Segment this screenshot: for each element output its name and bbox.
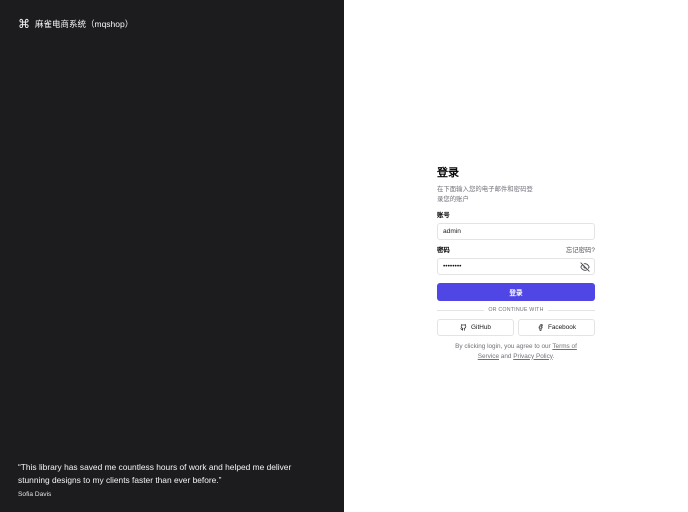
testimonial-author: Sofia Davis [18,491,52,498]
terms-and: and [499,352,514,360]
password-field[interactable] [437,258,595,275]
brand-panel: ⌘ 麻雀电商系统（mqshop） “This library has saved… [0,0,344,512]
login-button[interactable]: 登录 [437,283,595,301]
command-icon: ⌘ [18,17,30,31]
login-form: 登录 在下面输入您的电子邮件和密码登录您的账户 账号 密码 忘记密码? 登录 O… [437,164,596,361]
password-input[interactable] [443,263,589,270]
account-input[interactable] [443,228,589,235]
social-login: GitHub Facebook [437,319,595,336]
divider-line [547,309,596,311]
terms-text: By clicking login, you agree to our Term… [437,342,595,361]
account-label: 账号 [437,212,450,219]
facebook-label: Facebook [547,324,577,331]
github-button[interactable]: GitHub [437,319,514,336]
login-title: 登录 [437,167,459,179]
github-icon [460,324,467,331]
eye-off-icon[interactable] [580,262,590,272]
forgot-password-link[interactable]: 忘记密码? [566,245,595,254]
testimonial-quote: “This library has saved me countless hou… [18,462,292,485]
login-description: 在下面输入您的电子邮件和密码登录您的账户 [437,186,533,203]
terms-suffix: . [552,352,555,360]
brand-name: 麻雀电商系统（mqshop） [35,19,134,29]
github-label: GitHub [471,324,491,331]
privacy-link[interactable]: Privacy Policy [513,353,552,360]
facebook-icon [538,324,543,331]
divider-text: OR CONTINUE WITH [488,307,544,313]
brand-header: ⌘ 麻雀电商系统（mqshop） [18,18,133,30]
password-label-row: 密码 忘记密码? [437,245,595,254]
divider-line [437,309,485,311]
password-label: 密码 [437,247,450,254]
facebook-button[interactable]: Facebook [518,319,595,336]
login-panel: 登录 在下面输入您的电子邮件和密码登录您的账户 账号 密码 忘记密码? 登录 O… [344,0,688,512]
account-label-row: 账号 [437,210,595,219]
account-field[interactable] [437,223,595,240]
testimonial: “This library has saved me countless hou… [18,461,318,498]
divider: OR CONTINUE WITH [437,307,596,313]
terms-prefix: By clicking login, you agree to our [455,343,553,350]
